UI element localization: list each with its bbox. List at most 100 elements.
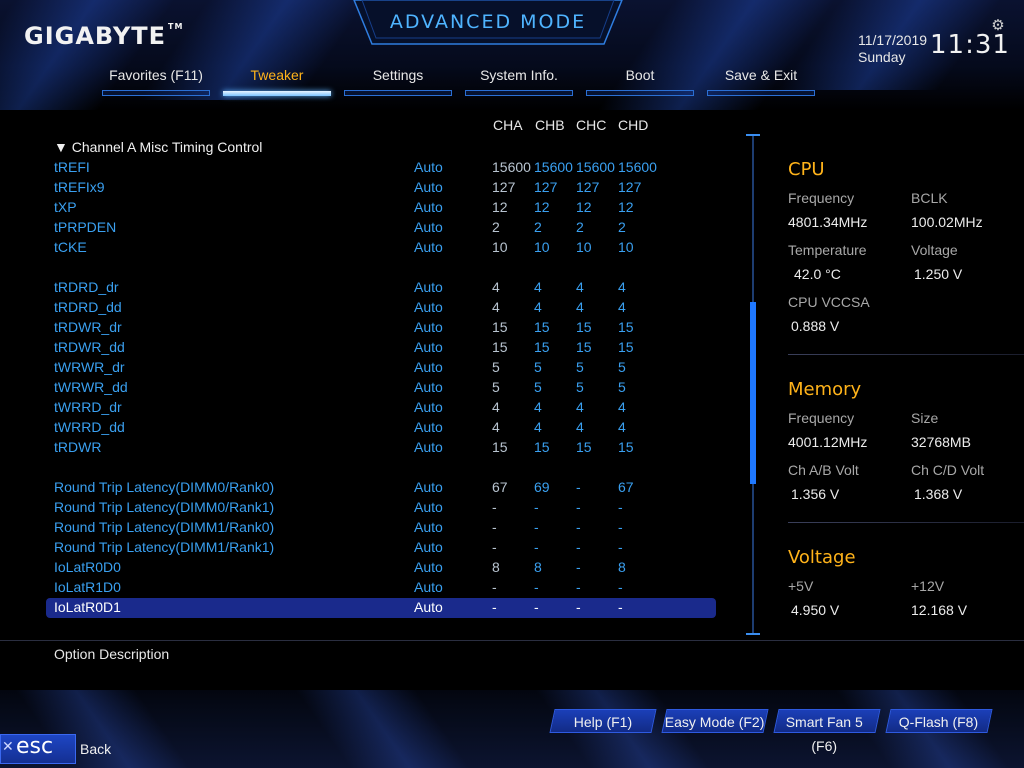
smart-fan-button[interactable]: Smart Fan 5 (F6)	[773, 709, 881, 754]
brand-logo: GIGABYTE TM	[24, 22, 184, 50]
timing-value[interactable]: Auto	[414, 479, 443, 495]
help-button[interactable]: Help (F1)	[549, 709, 657, 733]
section-title: Channel A Misc Timing Control	[71, 139, 263, 155]
tab-tweaker[interactable]: Tweaker	[223, 66, 331, 96]
timing-row[interactable]: Round Trip Latency(DIMM0/Rank1) Auto - - - -	[46, 498, 716, 518]
timing-row[interactable]: tRDRD_dr Auto 4 4 4 4	[46, 278, 716, 298]
description-divider	[0, 640, 1024, 641]
channel-cha-value: 127	[492, 179, 516, 195]
tab-favorites[interactable]: Favorites (F11)	[102, 66, 210, 96]
channel-chd-value: 10	[618, 239, 634, 255]
timing-row[interactable]: tWRWR_dd Auto 5 5 5 5	[46, 378, 716, 398]
memory-frequency-value: 4001.12MHz	[788, 434, 868, 450]
cpu-vccsa-value: 0.888 V	[791, 318, 840, 334]
channel-chb-value: -	[534, 539, 539, 555]
cpu-title: CPU	[788, 159, 825, 180]
cpu-bclk-label: BCLK	[911, 190, 948, 206]
section-header[interactable]: ▼ Channel A Misc Timing Control	[54, 139, 262, 155]
channel-chd-value: 5	[618, 359, 626, 375]
timing-name: tRDRD_dd	[54, 299, 122, 315]
channel-chc-value: -	[576, 579, 581, 595]
channel-cha-value: 12	[492, 199, 508, 215]
timing-row[interactable]: tREFI Auto 15600 15600 15600 15600	[46, 158, 716, 178]
channel-cha-value: 10	[492, 239, 508, 255]
timing-value[interactable]: Auto	[414, 199, 443, 215]
timing-value[interactable]: Auto	[414, 279, 443, 295]
timing-row[interactable]: tWRRD_dr Auto 4 4 4 4	[46, 398, 716, 418]
easy-mode-button[interactable]: Easy Mode (F2)	[661, 709, 769, 733]
mode-title: ADVANCED MODE	[389, 11, 587, 33]
timing-row[interactable]: IoLatR1D0 Auto - - - -	[46, 578, 716, 598]
timing-row[interactable]: tPRPDEN Auto 2 2 2 2	[46, 218, 716, 238]
timing-row[interactable]: IoLatR0D0 Auto 8 8 - 8	[46, 558, 716, 578]
channel-chb-value: 4	[534, 419, 542, 435]
timing-row[interactable]: tWRRD_dd Auto 4 4 4 4	[46, 418, 716, 438]
cpu-bclk-value: 100.02MHz	[911, 214, 983, 230]
timing-name: Round Trip Latency(DIMM1/Rank1)	[54, 539, 275, 555]
timing-value[interactable]: Auto	[414, 179, 443, 195]
channel-chd-value: 4	[618, 299, 626, 315]
timing-row[interactable]: tWRWR_dr Auto 5 5 5 5	[46, 358, 716, 378]
date-text: 11/17/2019	[858, 32, 928, 48]
esc-label: esc	[16, 734, 54, 759]
timing-name: tXP	[54, 199, 77, 215]
timing-row[interactable]: tRDRD_dd Auto 4 4 4 4	[46, 298, 716, 318]
timing-name: IoLatR0D1	[54, 599, 121, 615]
timing-value[interactable]: Auto	[414, 399, 443, 415]
esc-close-icon: ✕	[2, 739, 14, 755]
timing-row[interactable]: tCKE Auto 10 10 10 10	[46, 238, 716, 258]
timing-value[interactable]: Auto	[414, 339, 443, 355]
channel-chd-value: 5	[618, 379, 626, 395]
timing-row[interactable]: Round Trip Latency(DIMM0/Rank0) Auto 67 69 -…	[46, 478, 716, 498]
timing-row[interactable]: IoLatR0D1 Auto - - - -	[46, 598, 716, 618]
qflash-button[interactable]: Q-Flash (F8)	[885, 709, 993, 733]
channel-chb-value: 8	[534, 559, 542, 575]
channel-cha-value: -	[492, 579, 497, 595]
timing-value[interactable]: Auto	[414, 579, 443, 595]
gear-icon[interactable]: ⚙	[990, 17, 1006, 33]
timing-value[interactable]: Auto	[414, 419, 443, 435]
timing-value[interactable]: Auto	[414, 559, 443, 575]
timing-row[interactable]: tREFIx9 Auto 127 127 127 127	[46, 178, 716, 198]
channel-chc-value: -	[576, 479, 581, 495]
channel-chb-value: -	[534, 599, 539, 615]
channel-chb-value: 15	[534, 439, 550, 455]
tab-boot[interactable]: Boot	[586, 66, 694, 96]
voltage-5v-label: +5V	[788, 578, 814, 594]
channel-chc-value: 4	[576, 299, 584, 315]
voltage-title: Voltage	[788, 547, 856, 568]
timing-row[interactable]: tRDWR_dd Auto 15 15 15 15	[46, 338, 716, 358]
timing-value[interactable]: Auto	[414, 539, 443, 555]
channel-chd-value: -	[618, 539, 623, 555]
timing-value[interactable]: Auto	[414, 499, 443, 515]
timing-value[interactable]: Auto	[414, 379, 443, 395]
tab-settings[interactable]: Settings	[344, 66, 452, 96]
timing-value[interactable]: Auto	[414, 599, 443, 615]
channel-chc-value: -	[576, 539, 581, 555]
clock-display: 11:31	[930, 30, 1010, 60]
scrollbar-thumb[interactable]	[750, 302, 756, 484]
timing-value[interactable]: Auto	[414, 159, 443, 175]
tab-save-exit[interactable]: Save & Exit	[707, 66, 815, 96]
timing-value[interactable]: Auto	[414, 439, 443, 455]
timing-value[interactable]: Auto	[414, 359, 443, 375]
timing-row[interactable]: Round Trip Latency(DIMM1/Rank0) Auto - - - -	[46, 518, 716, 538]
timing-row[interactable]: tRDWR Auto 15 15 15 15	[46, 438, 716, 458]
timing-value[interactable]: Auto	[414, 319, 443, 335]
tab-system-info[interactable]: System Info.	[465, 66, 573, 96]
timing-value[interactable]: Auto	[414, 239, 443, 255]
channel-cha-value: 4	[492, 299, 500, 315]
timing-row[interactable]: tRDWR_dr Auto 15 15 15 15	[46, 318, 716, 338]
timing-row[interactable]: tXP Auto 12 12 12 12	[46, 198, 716, 218]
cpu-temperature-value: 42.0 °C	[794, 266, 841, 282]
timing-value[interactable]: Auto	[414, 299, 443, 315]
timing-row[interactable]: Round Trip Latency(DIMM1/Rank1) Auto - - - -	[46, 538, 716, 558]
memory-ab-volt-label: Ch A/B Volt	[788, 462, 859, 478]
timing-value[interactable]: Auto	[414, 519, 443, 535]
voltage-12v-label: +12V	[911, 578, 945, 594]
timing-name: tRDWR_dr	[54, 319, 122, 335]
channel-chb-value: 5	[534, 379, 542, 395]
cpu-voltage-value: 1.250 V	[914, 266, 963, 282]
timing-value[interactable]: Auto	[414, 219, 443, 235]
channel-cha-value: -	[492, 599, 497, 615]
